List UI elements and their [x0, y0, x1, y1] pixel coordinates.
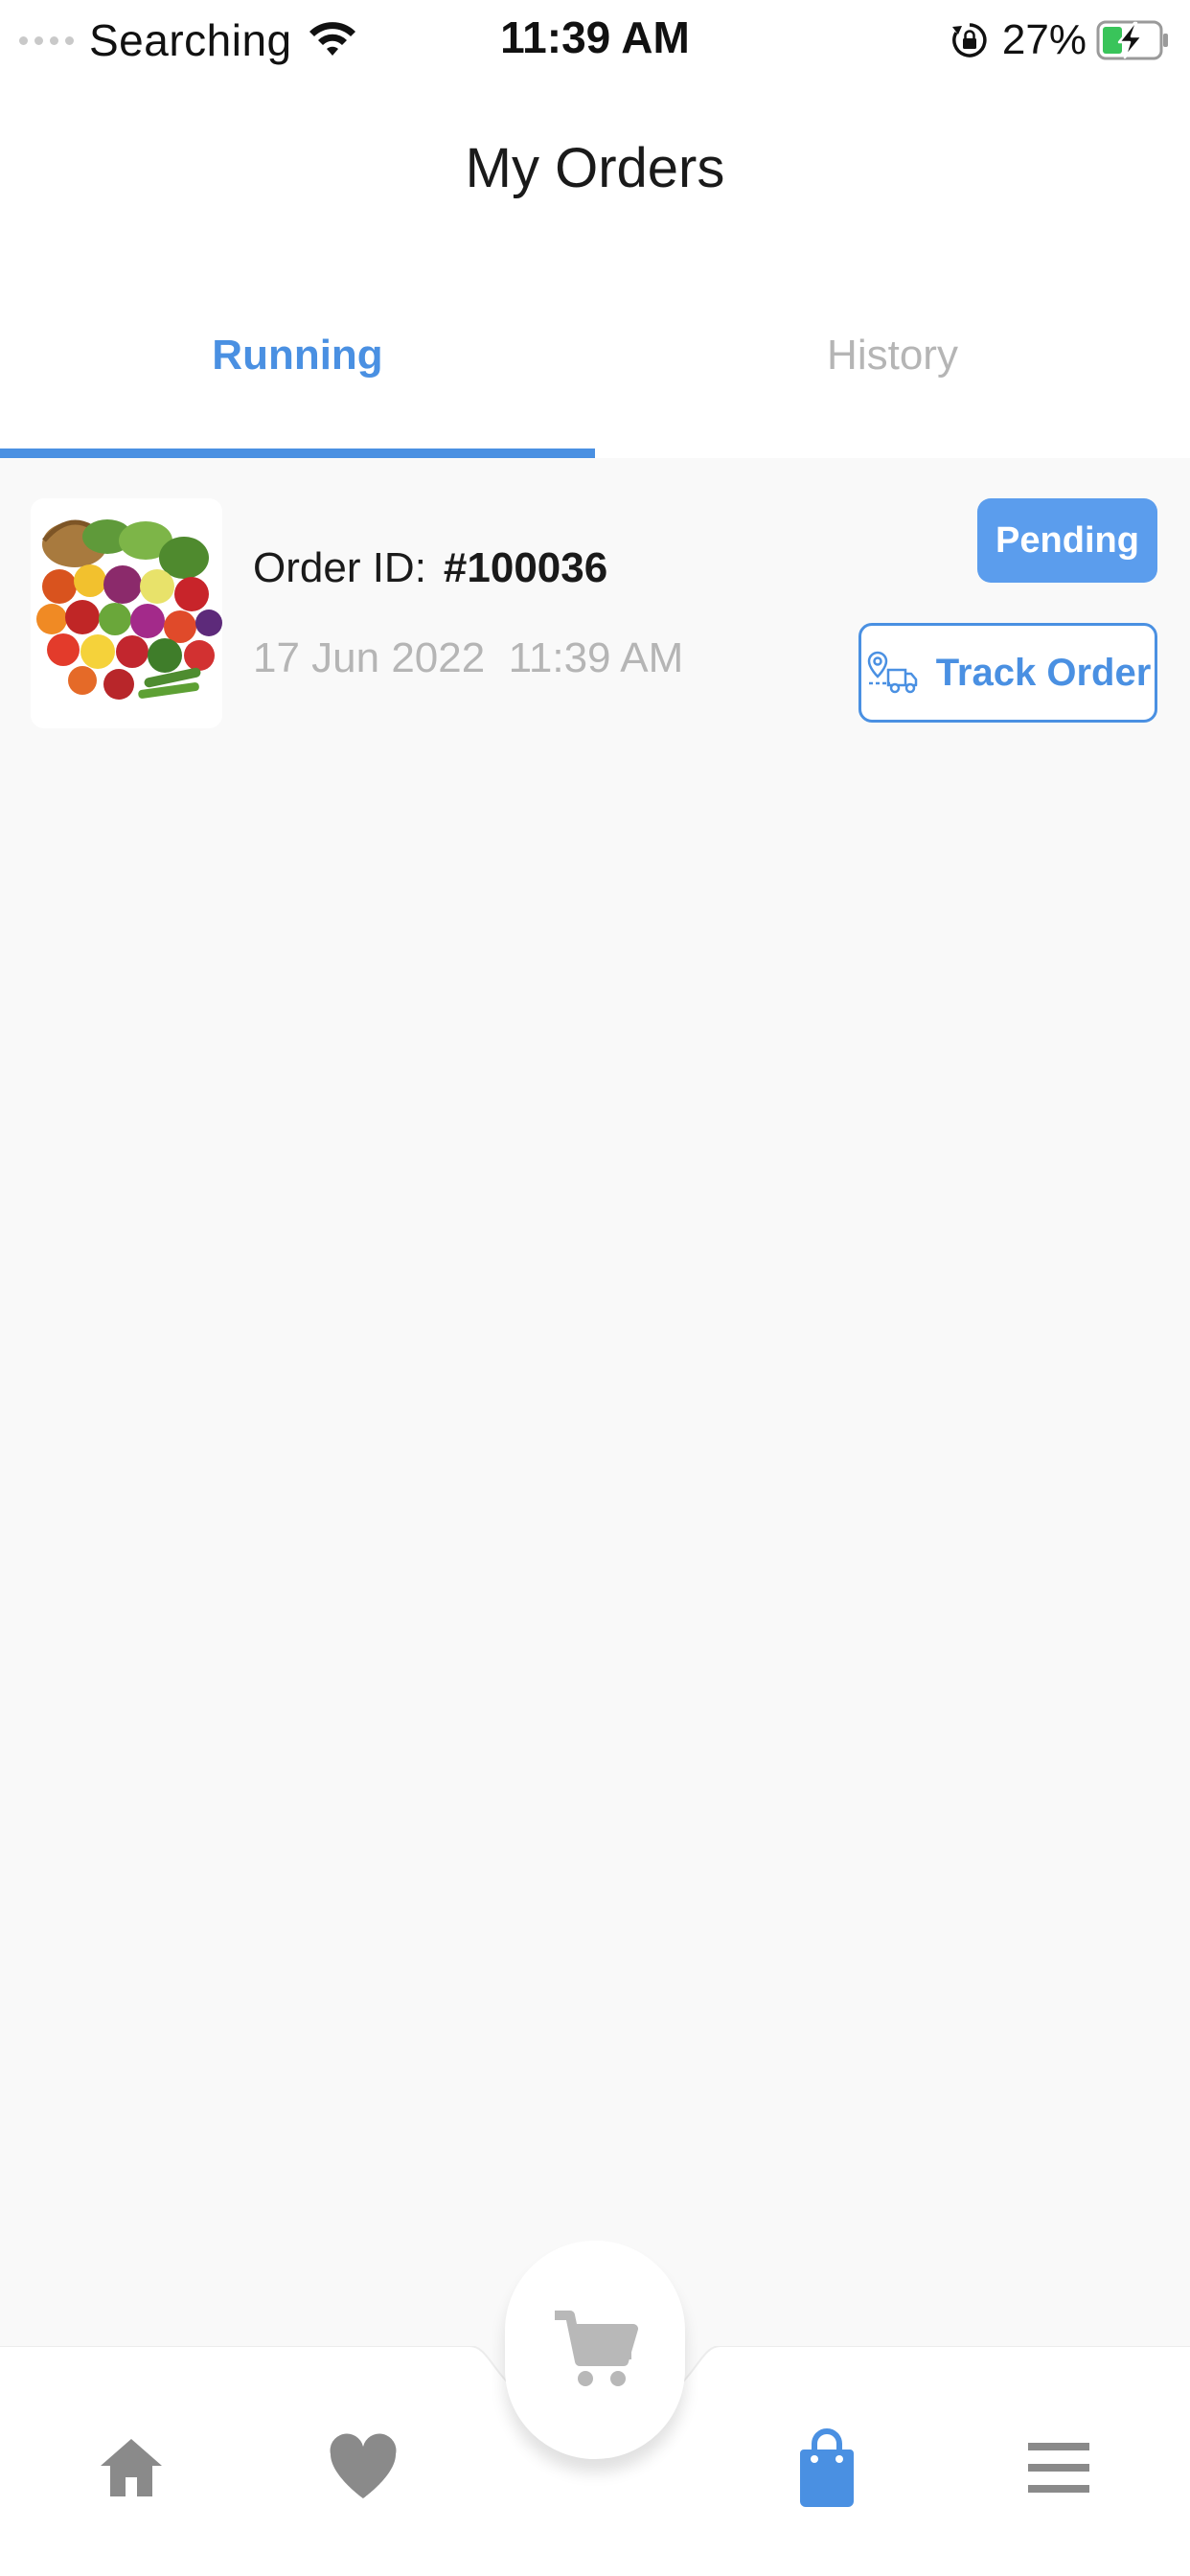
nav-favorites[interactable] — [310, 2415, 416, 2520]
rotation-lock-icon — [951, 23, 987, 58]
status-badge-label: Pending — [995, 519, 1139, 561]
nav-menu[interactable] — [1006, 2415, 1111, 2520]
nav-home[interactable] — [79, 2415, 184, 2520]
status-bar: Searching 11:39 AM 27% — [0, 0, 1190, 82]
order-id-value: #100036 — [443, 544, 608, 591]
heart-icon — [330, 2433, 397, 2498]
order-card[interactable]: Order ID: #100036 17 Jun 2022 11:39 AM Pe… — [0, 458, 1190, 755]
menu-icon — [1028, 2443, 1089, 2493]
cart-button[interactable] — [505, 2241, 685, 2459]
order-id-line: Order ID: #100036 — [253, 544, 607, 592]
active-tab-indicator — [0, 448, 595, 458]
tab-running[interactable]: Running — [0, 264, 595, 458]
shopping-bag-icon — [800, 2428, 854, 2507]
nav-orders[interactable] — [774, 2415, 880, 2520]
status-right: 27% — [950, 13, 1171, 67]
order-tabs: Running History — [0, 264, 1190, 458]
status-badge: Pending — [977, 498, 1157, 583]
order-id-label: Order ID: — [253, 544, 426, 591]
tab-history[interactable]: History — [595, 264, 1190, 458]
tab-history-label: History — [827, 332, 958, 379]
delivery-track-icon — [867, 651, 917, 694]
battery-percent: 27% — [1001, 16, 1087, 63]
battery-charging-icon — [1096, 20, 1168, 60]
track-order-button[interactable]: Track Order — [858, 623, 1157, 723]
tab-running-label: Running — [212, 332, 383, 379]
cart-icon — [555, 2311, 638, 2386]
bottom-nav — [0, 2241, 1190, 2576]
page-title: My Orders — [465, 137, 725, 199]
home-icon — [101, 2439, 162, 2496]
order-date: 17 Jun 2022 11:39 AM — [253, 634, 684, 681]
track-order-label: Track Order — [935, 651, 1152, 694]
order-thumbnail — [31, 498, 222, 728]
app-header: My Orders — [0, 82, 1190, 264]
vegetables-fruits-image — [31, 498, 222, 728]
